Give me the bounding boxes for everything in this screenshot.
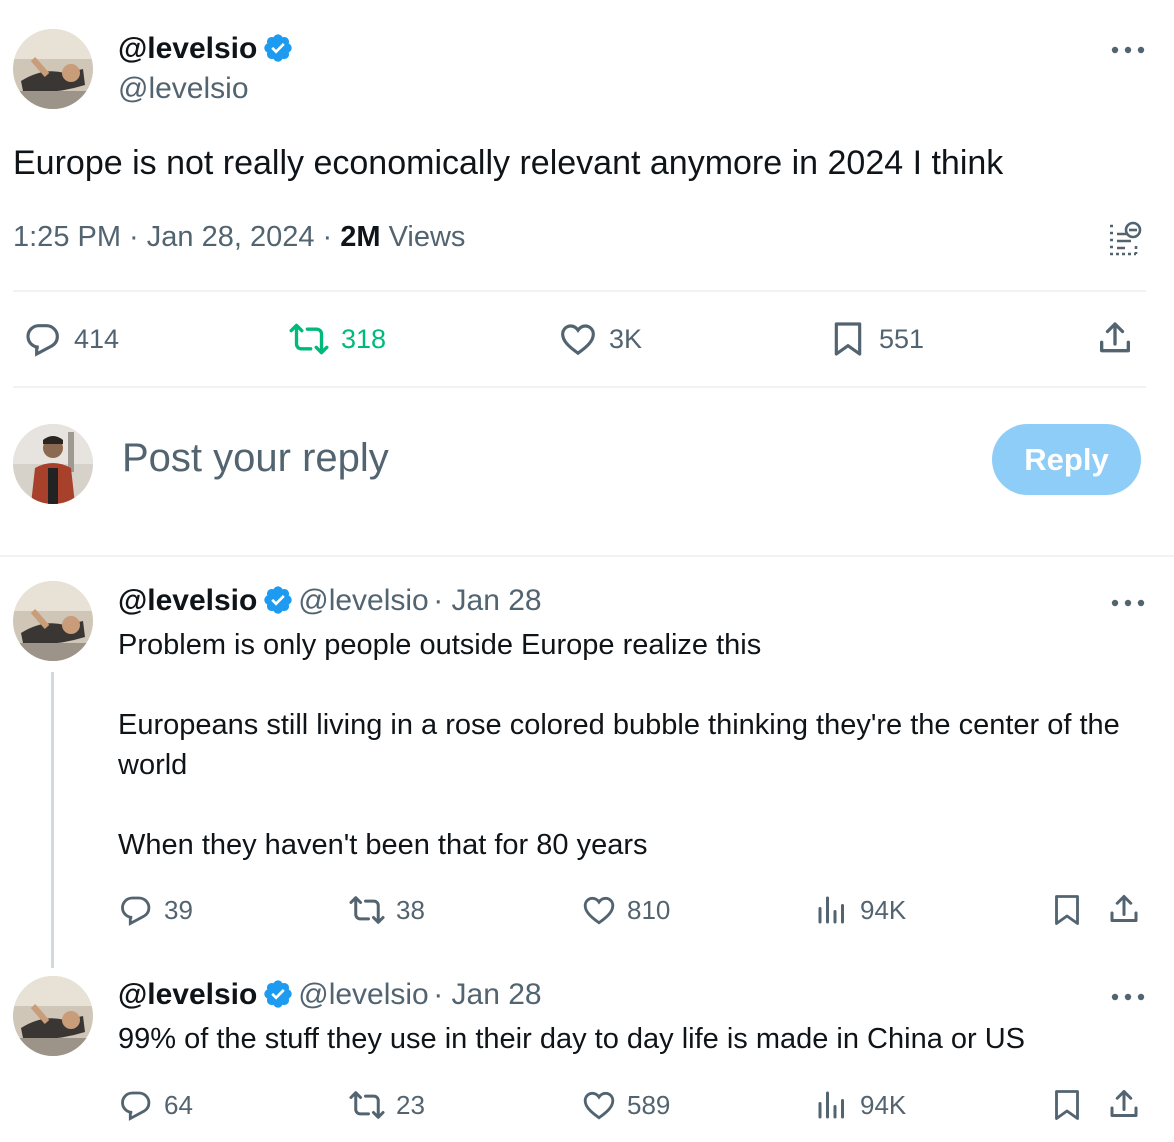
reply-handle[interactable]: @levelsio (298, 978, 429, 1011)
tweet-timestamp[interactable]: 1:25 PM · Jan 28, 2024 · (13, 221, 340, 253)
more-icon[interactable] (1110, 43, 1146, 57)
reply-action[interactable]: 414 (22, 319, 119, 359)
reply-count: 39 (164, 894, 193, 925)
reply-action[interactable]: 64 (118, 1087, 193, 1123)
like-icon (583, 896, 615, 925)
reply-input[interactable]: Post your reply (122, 436, 389, 481)
repost-action[interactable]: 23 (348, 1087, 425, 1123)
edit-history-icon[interactable] (1106, 220, 1144, 263)
reply-header: @levelsio @levelsio · Jan 28 (118, 584, 542, 618)
section-divider (0, 555, 1174, 557)
views-label: Views (380, 221, 466, 253)
like-count: 589 (627, 1089, 671, 1120)
views-icon (818, 896, 844, 924)
like-action[interactable]: 3K (557, 319, 642, 359)
like-count: 810 (627, 894, 671, 925)
repost-count: 318 (341, 323, 387, 354)
thread-connector (51, 672, 54, 968)
reply-author-avatar[interactable] (13, 581, 93, 661)
reply-icon (121, 896, 151, 926)
views-action[interactable]: 94K (814, 1087, 906, 1123)
more-icon[interactable] (1110, 990, 1146, 1004)
repost-count: 23 (396, 1089, 425, 1120)
tweet-text: Europe is not really economically releva… (13, 144, 1004, 182)
verified-badge-icon (264, 34, 292, 62)
current-user-avatar[interactable] (13, 424, 93, 504)
reply-button[interactable]: Reply (992, 424, 1141, 495)
repost-action[interactable]: 318 (287, 319, 386, 359)
verified-badge-icon (264, 586, 292, 614)
reply-display-name[interactable]: @levelsio (118, 584, 257, 617)
repost-action[interactable]: 38 (348, 892, 425, 928)
share-action[interactable] (1094, 319, 1146, 359)
views-count: 94K (860, 1089, 907, 1120)
like-action[interactable]: 589 (581, 1087, 670, 1123)
divider (13, 386, 1146, 388)
author-avatar[interactable] (13, 29, 93, 109)
reply-icon (26, 324, 59, 357)
share-icon (1110, 895, 1138, 922)
share-icon (1100, 322, 1130, 353)
author-display-name[interactable]: @levelsio (118, 32, 257, 65)
share-action[interactable] (1106, 1087, 1152, 1123)
bookmark-icon (834, 322, 862, 356)
views-count: 94K (860, 894, 907, 925)
author-handle[interactable]: @levelsio (118, 72, 249, 106)
bookmark-action[interactable] (1049, 1087, 1095, 1123)
repost-icon (349, 896, 385, 924)
reply-count: 414 (74, 323, 120, 354)
like-icon (583, 1091, 615, 1120)
reply-handle[interactable]: @levelsio (298, 584, 429, 617)
verified-badge-icon (264, 980, 292, 1008)
reply-date[interactable]: · Jan 28 (433, 584, 541, 617)
author-name-row: @levelsio (118, 32, 294, 66)
views-action[interactable]: 94K (814, 892, 906, 928)
like-count: 3K (609, 323, 643, 354)
reply-author-avatar[interactable] (13, 976, 93, 1056)
views-count: 2M (340, 221, 381, 253)
more-icon[interactable] (1110, 596, 1146, 610)
bookmark-count: 551 (879, 323, 925, 354)
share-icon (1110, 1090, 1138, 1117)
repost-count: 38 (396, 894, 425, 925)
reply-display-name[interactable]: @levelsio (118, 978, 257, 1011)
repost-icon (289, 323, 329, 355)
tweet-meta: 1:25 PM · Jan 28, 2024 · 2M Views (13, 221, 465, 254)
bookmark-action[interactable]: 551 (827, 319, 924, 359)
divider (13, 290, 1146, 292)
reply-text: Problem is only people outside Europe re… (118, 629, 1120, 861)
reply-text: 99% of the stuff they use in their day t… (118, 1023, 1026, 1055)
reply-icon (121, 1091, 151, 1121)
reply-count: 64 (164, 1089, 193, 1120)
bookmark-action[interactable] (1049, 892, 1095, 928)
reply-date[interactable]: · Jan 28 (433, 978, 541, 1011)
bookmark-icon (1055, 1090, 1079, 1120)
like-icon (561, 324, 595, 356)
share-action[interactable] (1106, 892, 1152, 928)
like-action[interactable]: 810 (581, 892, 670, 928)
bookmark-icon (1055, 895, 1079, 925)
repost-icon (349, 1091, 385, 1119)
reply-header: @levelsio @levelsio · Jan 28 (118, 978, 542, 1012)
views-icon (818, 1091, 844, 1119)
reply-action[interactable]: 39 (118, 892, 193, 928)
